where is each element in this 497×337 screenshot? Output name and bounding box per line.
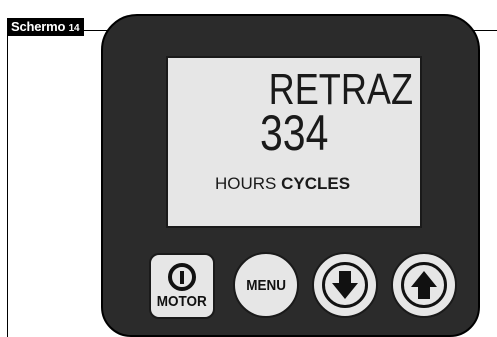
lcd-display: RETRAZ 334 HOURS CYCLES	[166, 56, 422, 228]
lcd-cycles-label: CYCLES	[281, 174, 351, 193]
arrow-up-icon	[401, 262, 447, 308]
motor-button[interactable]: MOTOR	[149, 253, 215, 319]
lcd-unit-line: HOURS CYCLES	[215, 174, 350, 194]
lcd-hours-label: HOURS	[215, 174, 277, 193]
motor-button-label: MOTOR	[156, 293, 208, 310]
screen-caption: Schermo 14	[7, 18, 85, 36]
down-button[interactable]	[312, 252, 378, 318]
screen-caption-number: 14	[68, 23, 80, 34]
menu-button-label: MENU	[246, 276, 286, 294]
power-icon	[168, 263, 196, 291]
lcd-value-text: 334	[260, 105, 329, 161]
screen-caption-label: Schermo	[11, 19, 66, 34]
control-panel: RETRAZ 334 HOURS CYCLES MOTOR MENU	[101, 14, 480, 337]
menu-button[interactable]: MENU	[233, 252, 299, 318]
frame-left-border	[7, 30, 8, 337]
arrow-down-icon	[322, 262, 368, 308]
up-button[interactable]	[391, 252, 457, 318]
